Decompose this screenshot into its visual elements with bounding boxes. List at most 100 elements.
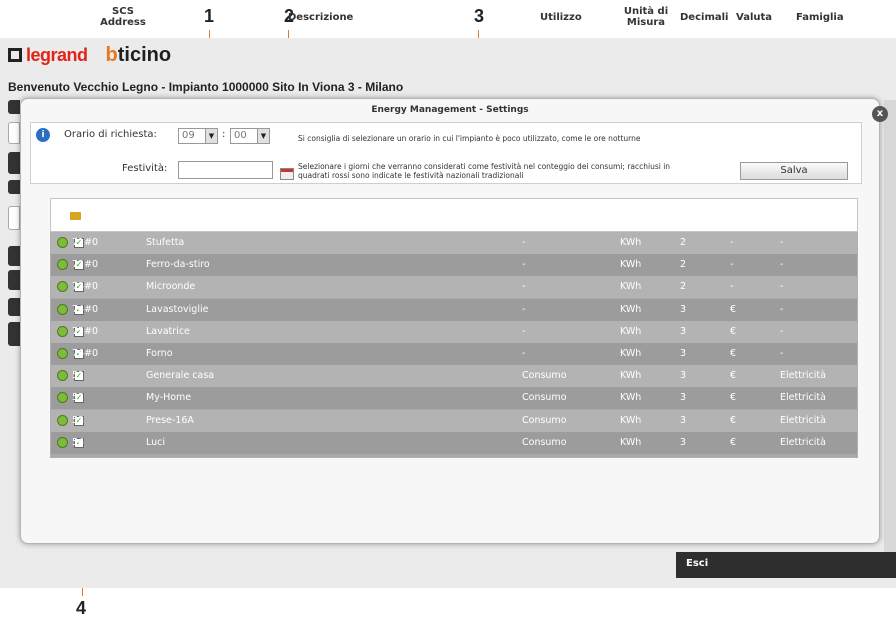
holidays-hint: Selezionare i giorni che verranno consid… bbox=[298, 162, 671, 180]
bticino-logo: bticino bbox=[105, 43, 172, 66]
edit-icon[interactable] bbox=[57, 237, 68, 248]
cell-decimali: 3 bbox=[680, 325, 687, 337]
cell-address: 53 bbox=[72, 414, 85, 426]
cell-utilizzo: Consumo bbox=[522, 370, 567, 382]
header-utilizzo: Utilizzo bbox=[540, 12, 582, 23]
cell-descrizione: Ferro-da-stiro bbox=[146, 259, 210, 271]
cell-valuta: - bbox=[730, 237, 734, 248]
header-scs-address: SCS Address bbox=[100, 6, 146, 28]
edit-icon[interactable] bbox=[57, 348, 68, 359]
cell-decimali: 2 bbox=[680, 281, 687, 293]
cell-famiglia: - bbox=[780, 348, 784, 359]
right-scroll-strip bbox=[884, 100, 896, 570]
cell-decimali: 3 bbox=[680, 392, 687, 404]
cell-descrizione: Stufetta bbox=[146, 237, 185, 248]
save-button[interactable]: Salva bbox=[740, 162, 848, 180]
chevron-down-icon: ▼ bbox=[257, 129, 269, 143]
cell-descrizione: Microonde bbox=[146, 281, 196, 293]
cell-descrizione: Forno bbox=[146, 348, 173, 359]
cell-decimali: 3 bbox=[680, 348, 687, 359]
cell-valuta: - bbox=[730, 281, 734, 293]
cell-valuta: € bbox=[730, 370, 737, 382]
time-separator: : bbox=[222, 129, 226, 140]
cell-address: 71#0 bbox=[72, 237, 99, 248]
time-hint: Si consiglia di selezionare un orario in… bbox=[298, 134, 641, 143]
cell-unita: KWh bbox=[620, 281, 642, 293]
cell-descrizione: Lavastoviglie bbox=[146, 303, 209, 315]
cell-unita: KWh bbox=[620, 348, 642, 359]
cell-address: 52 bbox=[72, 392, 85, 404]
exit-button[interactable]: Esci bbox=[686, 558, 708, 569]
cell-descrizione: Prese-16A bbox=[146, 414, 194, 426]
header-unita-misura: Unità di Misura bbox=[623, 6, 669, 28]
cell-unita: KWh bbox=[620, 303, 642, 315]
header-famiglia: Famiglia bbox=[796, 12, 844, 23]
cell-unita: KWh bbox=[620, 414, 642, 426]
side-tab-2[interactable] bbox=[8, 122, 20, 144]
cell-address: 74#0 bbox=[72, 303, 99, 315]
dialog-title: Energy Management - Settings bbox=[371, 105, 529, 115]
side-tab-9[interactable] bbox=[8, 322, 20, 346]
cell-decimali: 3 bbox=[680, 303, 687, 315]
cell-unita: KWh bbox=[620, 392, 642, 404]
cell-valuta: € bbox=[730, 325, 737, 337]
cell-unita: KWh bbox=[620, 237, 642, 248]
table-row[interactable] bbox=[51, 431, 857, 454]
request-time-label: Orario di richiesta: bbox=[64, 129, 157, 140]
cell-utilizzo: Consumo bbox=[522, 436, 567, 448]
cell-decimali: 3 bbox=[680, 436, 687, 448]
cell-decimali: 2 bbox=[680, 259, 687, 271]
cell-decimali: 3 bbox=[680, 370, 687, 382]
side-tab-7[interactable] bbox=[8, 270, 20, 290]
cell-decimali: 2 bbox=[680, 237, 687, 248]
cell-address: 51 bbox=[72, 370, 85, 382]
cell-descrizione: Generale casa bbox=[146, 370, 215, 382]
cell-utilizzo: Consumo bbox=[522, 392, 567, 404]
info-icon: i bbox=[36, 128, 50, 142]
cell-descrizione: My-Home bbox=[146, 392, 192, 404]
header-decimali: Decimali bbox=[680, 12, 729, 23]
holidays-input[interactable] bbox=[178, 161, 273, 179]
cell-descrizione: Lavatrice bbox=[146, 325, 190, 337]
side-tab-5[interactable] bbox=[8, 206, 20, 230]
cell-decimali: 3 bbox=[680, 414, 687, 426]
callout-1: 1 bbox=[204, 6, 215, 26]
cell-unita: KWh bbox=[620, 370, 642, 382]
edit-icon[interactable] bbox=[57, 414, 68, 426]
chevron-down-icon: ▼ bbox=[205, 129, 217, 143]
brand-bar: legrand bticino bbox=[8, 42, 171, 68]
cell-valuta: - bbox=[730, 259, 734, 271]
close-icon[interactable]: x bbox=[872, 106, 888, 122]
header-valuta: Valuta bbox=[736, 12, 773, 23]
cell-valuta: € bbox=[730, 348, 737, 359]
cell-valuta: € bbox=[730, 436, 737, 448]
header-descrizione: Descrizione bbox=[288, 12, 354, 23]
cell-address: 75#0 bbox=[72, 325, 99, 337]
side-tab-3[interactable] bbox=[8, 152, 20, 174]
cell-valuta: € bbox=[730, 392, 737, 404]
edit-icon[interactable] bbox=[57, 436, 68, 448]
side-tab-8[interactable] bbox=[8, 298, 20, 316]
folder-icon bbox=[70, 212, 81, 220]
cell-utilizzo: - bbox=[522, 325, 526, 337]
cell-unita: KWh bbox=[620, 325, 642, 337]
cell-utilizzo: - bbox=[522, 237, 526, 248]
cell-address: 76#0 bbox=[72, 348, 99, 359]
footer-bar bbox=[676, 552, 896, 578]
cell-utilizzo: - bbox=[522, 281, 526, 293]
cell-valuta: € bbox=[730, 414, 737, 426]
welcome-text: Benvenuto Vecchio Legno - Impianto 10000… bbox=[8, 80, 404, 94]
table-header bbox=[50, 198, 858, 232]
edit-icon[interactable] bbox=[57, 303, 68, 315]
side-tab-6[interactable] bbox=[8, 246, 20, 266]
callout-4: 4 bbox=[76, 598, 87, 618]
hour-select[interactable]: 09 ▼ bbox=[178, 128, 218, 144]
side-tab-4[interactable] bbox=[8, 180, 20, 194]
minute-select[interactable]: 00 ▼ bbox=[230, 128, 270, 144]
edit-icon[interactable] bbox=[57, 325, 68, 337]
cell-famiglia: Elettricità bbox=[780, 414, 826, 426]
cell-valuta: € bbox=[730, 303, 737, 315]
cell-utilizzo: - bbox=[522, 303, 526, 315]
calendar-icon[interactable] bbox=[280, 168, 294, 180]
side-tab-1[interactable] bbox=[8, 100, 20, 114]
